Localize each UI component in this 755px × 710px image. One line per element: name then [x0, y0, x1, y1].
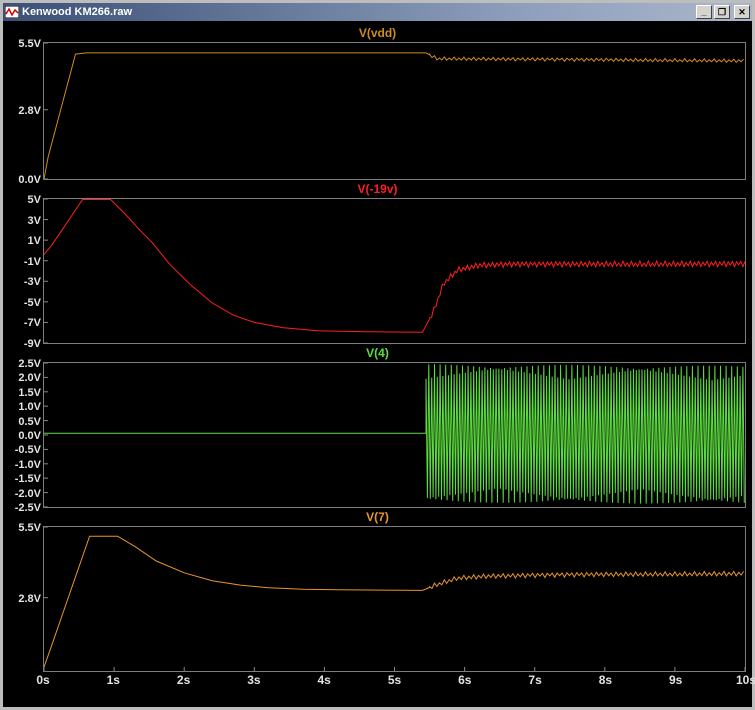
x-tick-label: 10s: [735, 673, 755, 687]
y-tick-label: -2.0V: [14, 487, 41, 500]
y-tick-label: 2.8V: [18, 592, 41, 605]
titlebar[interactable]: Kenwood KM266.raw _ ❐ ✕: [3, 3, 752, 21]
x-tick-label: 9s: [669, 673, 683, 687]
plot-frame-neg19v[interactable]: 5V 3V 1V -1V -3V -5V -7V -9V: [24, 194, 746, 350]
waveform-trace-3: [44, 535, 745, 668]
trace-title-neg19v: V(-19v): [357, 182, 398, 196]
y-tick-label: 1.0V: [18, 401, 41, 414]
y-tick-label: -2.5V: [14, 502, 41, 514]
plot-frame-vdd[interactable]: 5.5V 2.8V 0.0V: [18, 38, 746, 186]
window-title: Kenwood KM266.raw: [22, 6, 133, 18]
plot-area-1[interactable]: [44, 199, 745, 343]
trace-title-vdd: V(vdd): [358, 26, 397, 40]
plot-area-0[interactable]: [44, 43, 745, 179]
x-tick-label: 8s: [598, 673, 613, 687]
y-tick-label: -7V: [23, 317, 41, 330]
plot-frame-v7[interactable]: 5.5V 2.8V: [18, 522, 746, 672]
x-tick-label: 6s: [458, 673, 472, 687]
waveform-trace-1: [44, 199, 745, 333]
y-tick-label: 1V: [27, 235, 41, 248]
y-tick-label: 0.0V: [18, 174, 41, 186]
plot-client-area: V(vdd) 5.5V 2.8V 0.0V V(-19v) 5V 3V 1V -1V -3V…: [3, 21, 755, 707]
y-tick-label: 5.5V: [18, 522, 41, 534]
y-tick-label: -3V: [23, 276, 41, 289]
y-tick-label: -1.0V: [14, 458, 41, 471]
x-tick-label: 7s: [528, 673, 542, 687]
y-tick-label: 2.0V: [18, 372, 41, 385]
y-tick-label: 2.8V: [18, 104, 41, 117]
app-icon: [5, 6, 19, 18]
y-tick-label: 5V: [27, 194, 41, 206]
x-tick-label: 1s: [106, 673, 120, 687]
x-tick-label: 3s: [247, 673, 261, 687]
y-tick-label: 3V: [27, 214, 41, 227]
y-tick-label: -1.5V: [14, 473, 41, 486]
y-tick-label: -5V: [23, 296, 41, 309]
y-tick-label: -9V: [23, 338, 41, 350]
trace-title-v7: V(7): [366, 510, 389, 524]
plot-area-3[interactable]: [44, 527, 745, 671]
plot-frame-v4[interactable]: 2.5V 2.0V 1.5V 1.0V 0.5V 0.0V -0.5V -1.0V -1.5V -…: [15, 358, 746, 514]
y-tick-label: 1.5V: [18, 386, 41, 399]
x-tick-label: 2s: [176, 673, 191, 687]
plot-panel-vdd: V(vdd) 5.5V 2.8V 0.0V: [3, 26, 752, 186]
y-tick-label: 5.5V: [18, 38, 41, 50]
y-tick-label: 2.5V: [18, 358, 41, 370]
plot-area-2[interactable]: [44, 363, 745, 507]
x-axis: 0s 1s 2s 3s 4s 5s 6s 7s 8s 9s 10s: [36, 672, 755, 688]
y-tick-label: 0.0V: [18, 430, 41, 442]
restore-button[interactable]: ❐: [714, 5, 730, 19]
app-window: Kenwood KM266.raw _ ❐ ✕ V(vdd) 5.5V 2.8V 0…: [0, 0, 755, 710]
y-tick-label: 0.5V: [18, 415, 41, 428]
waveform-trace-2: [44, 364, 745, 504]
plot-panel-v4: V(4) 2.5V 2.0V 1.5V 1.0V 0.5V 0.0V -0.5V -1.0V -…: [3, 346, 752, 514]
y-tick-label: -0.5V: [14, 444, 41, 457]
close-button[interactable]: ✕: [734, 5, 750, 19]
x-tick-label: 4s: [317, 673, 331, 687]
minimize-button[interactable]: _: [696, 5, 712, 19]
trace-title-v4: V(4): [366, 346, 389, 360]
x-tick-label: 0s: [36, 673, 50, 687]
y-tick-label: -1V: [23, 255, 41, 268]
plot-panel-v7: V(7) 5.5V 2.8V: [3, 510, 752, 672]
x-tick-label: 5s: [387, 673, 402, 687]
plot-panel-neg19v: V(-19v) 5V 3V 1V -1V -3V -5V -7V -9V: [3, 182, 752, 350]
waveform-trace-0: [44, 52, 744, 179]
titlebar-buttons: _ ❐ ✕: [696, 5, 750, 19]
